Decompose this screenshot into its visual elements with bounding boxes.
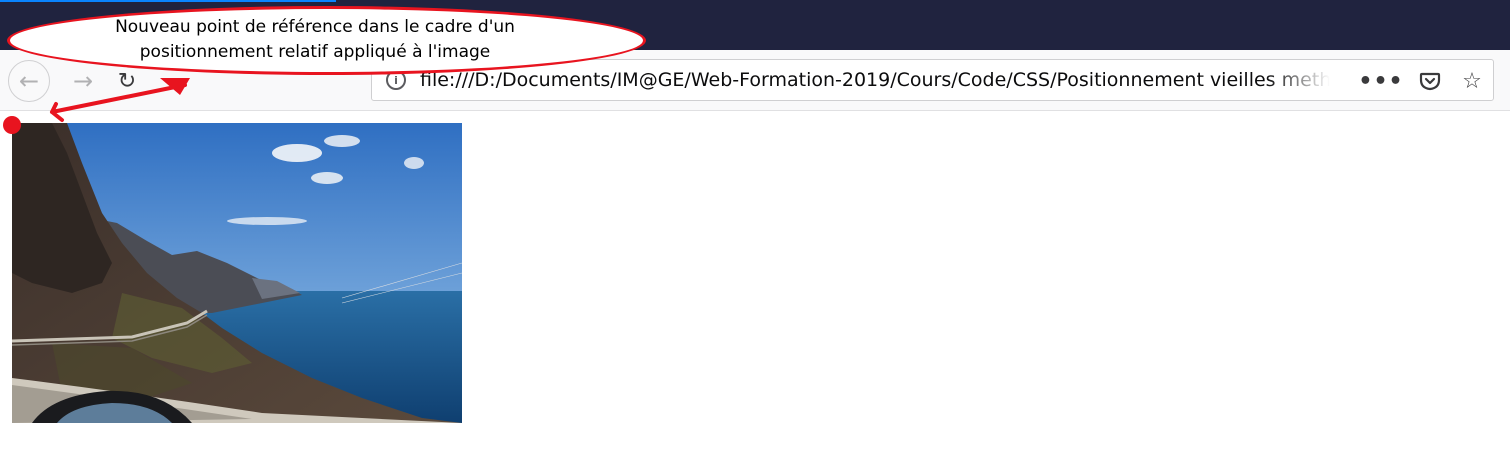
annotation-text: Nouveau point de référence dans le cadre…	[55, 15, 575, 65]
annotation-line-1: Nouveau point de référence dans le cadre…	[115, 17, 515, 37]
annotation-line-2: positionnement relatif appliqué à l'imag…	[139, 42, 491, 62]
reference-point-dot	[3, 116, 21, 134]
